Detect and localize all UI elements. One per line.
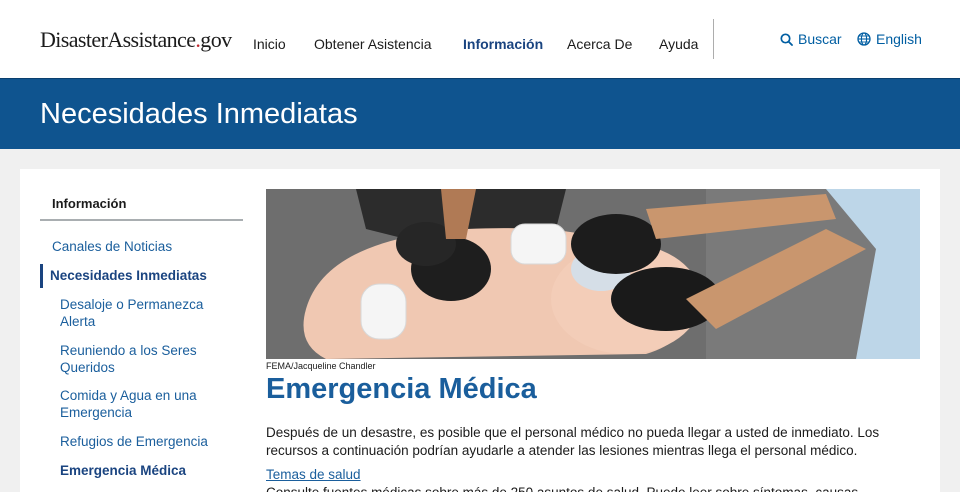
sidebar-item-emergencia-medica[interactable]: Emergencia Médica bbox=[60, 462, 186, 479]
sidebar-current-indicator bbox=[40, 264, 43, 288]
health-topics-description: Consulte fuentes médicas sobre más de 25… bbox=[266, 484, 906, 492]
nav-acerca-de[interactable]: Acerca De bbox=[567, 36, 632, 52]
page-title: Necesidades Inmediatas bbox=[40, 98, 358, 130]
nav-inicio[interactable]: Inicio bbox=[253, 36, 286, 52]
site-logo[interactable]: DisasterAssistance.gov bbox=[40, 27, 232, 53]
nav-ayuda[interactable]: Ayuda bbox=[659, 36, 698, 52]
nav-informacion[interactable]: Información bbox=[463, 36, 543, 52]
logo-tld: gov bbox=[200, 27, 232, 52]
language-toggle[interactable]: English bbox=[857, 31, 922, 47]
sidebar-item-canales-de-noticias[interactable]: Canales de Noticias bbox=[52, 238, 172, 255]
search-button[interactable]: Buscar bbox=[780, 31, 842, 47]
logo-main: DisasterAssistance bbox=[40, 27, 196, 52]
health-topics-link[interactable]: Temas de salud bbox=[266, 467, 361, 482]
sidebar-item-comida-y-agua[interactable]: Comida y Agua en una Emergencia bbox=[60, 387, 225, 421]
nav-divider bbox=[713, 19, 714, 59]
globe-icon bbox=[857, 32, 871, 46]
page-banner: Necesidades Inmediatas bbox=[0, 78, 960, 149]
search-icon bbox=[780, 32, 793, 46]
hero-image bbox=[266, 189, 920, 359]
sidebar-heading: Información bbox=[52, 196, 127, 211]
search-label: Buscar bbox=[798, 31, 842, 47]
language-label: English bbox=[876, 31, 922, 47]
sidebar-divider bbox=[40, 219, 243, 221]
intro-paragraph: Después de un desastre, es posible que e… bbox=[266, 425, 880, 458]
nav-obtener-asistencia[interactable]: Obtener Asistencia bbox=[314, 36, 432, 52]
image-credit: FEMA/Jacqueline Chandler bbox=[266, 361, 376, 371]
sidebar-item-refugios[interactable]: Refugios de Emergencia bbox=[60, 433, 208, 450]
sidebar-item-necesidades-inmediatas[interactable]: Necesidades Inmediatas bbox=[50, 267, 207, 284]
sidebar-item-reuniendo[interactable]: Reuniendo a los Seres Queridos bbox=[60, 342, 225, 376]
sidebar-item-desaloje[interactable]: Desaloje o Permanezca Alerta bbox=[60, 296, 230, 330]
site-header: DisasterAssistance.gov Inicio Obtener As… bbox=[0, 0, 960, 78]
section-title: Emergencia Médica bbox=[266, 373, 537, 405]
